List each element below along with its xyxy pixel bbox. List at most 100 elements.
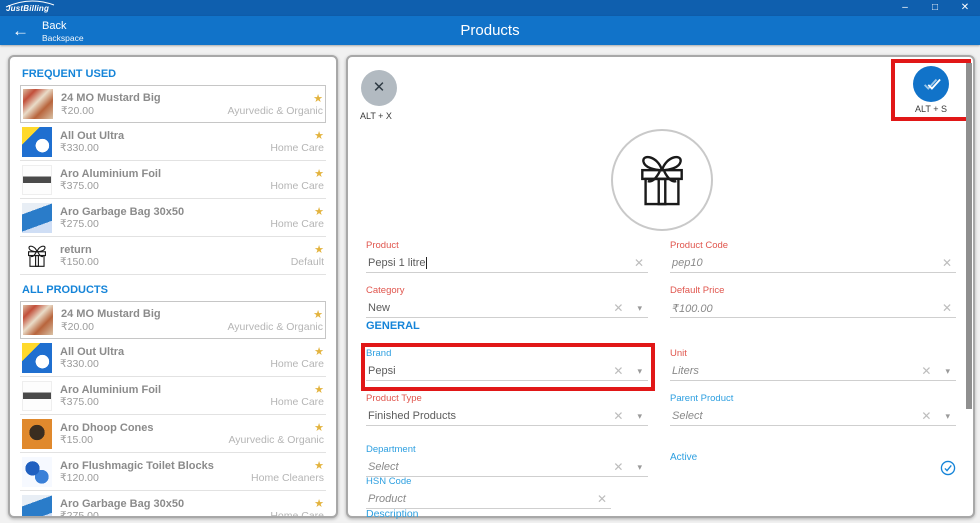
list-item[interactable]: Aro Flushmagic Toilet Blocks★ ₹120.00Hom… [20,453,326,491]
favorite-star-icon[interactable]: ★ [313,92,323,105]
field-product: Product Pepsi 1 litre ✕ [366,240,648,273]
field-department: Department Select ✕▾ [366,444,648,477]
product-category: Home Care [270,358,324,370]
product-category: Ayurvedic & Organic [227,321,323,333]
list-item[interactable]: Aro Garbage Bag 30x50★ ₹275.00Home Care [20,199,326,237]
clear-icon[interactable]: ✕ [917,409,935,423]
product-name: Aro Dhoop Cones [60,422,314,434]
favorite-star-icon[interactable]: ★ [314,497,324,510]
maximize-icon[interactable]: □ [920,0,950,16]
clear-icon[interactable]: ✕ [938,256,956,270]
list-item[interactable]: 24 MO Mustard Big★ ₹20.00Ayurvedic & Org… [20,85,326,123]
product-thumbnail [22,127,52,157]
favorite-star-icon[interactable]: ★ [314,383,324,396]
list-item[interactable]: All Out Ultra★ ₹330.00Home Care [20,339,326,377]
unit-select[interactable]: Liters ✕▾ [670,362,956,381]
default-price-input[interactable]: ₹100.00 ✕ [670,299,956,318]
save-button[interactable] [913,66,949,102]
favorite-star-icon[interactable]: ★ [314,129,324,142]
field-label: Brand [366,348,648,359]
section-header-all-products: ALL PRODUCTS [20,275,326,301]
close-shortcut-label: ALT + X [360,111,392,121]
list-item[interactable]: Aro Aluminium Foil★ ₹375.00Home Care [20,377,326,415]
close-form-button[interactable]: ✕ [361,70,397,106]
product-price: ₹120.00 [60,472,99,484]
list-item[interactable]: 24 MO Mustard Big★ ₹20.00Ayurvedic & Org… [20,301,326,339]
list-item[interactable]: Aro Dhoop Cones★ ₹15.00 Ayurvedic & Organ… [20,415,326,453]
field-label: Product Code [670,240,956,251]
product-name: Aro Flushmagic Toilet Blocks [60,460,314,472]
product-category: Home Care [270,396,324,408]
product-form-panel: ✕ ALT + X ALT + S Product [346,55,975,518]
field-category: Category New ✕▾ [366,285,648,318]
list-item[interactable]: All Out Ultra★ ₹330.00Home Care [20,123,326,161]
chevron-down-icon[interactable]: ▾ [627,303,648,314]
app-logo: JustBilling [6,4,49,13]
field-brand: Brand Pepsi ✕▾ [366,348,648,381]
favorite-star-icon[interactable]: ★ [314,421,324,434]
field-value: ₹100.00 [670,302,713,315]
favorite-star-icon[interactable]: ★ [314,459,324,472]
clear-icon[interactable]: ✕ [938,301,956,315]
scrollbar[interactable] [966,63,972,409]
field-parent-product: Parent Product Select ✕▾ [670,393,956,426]
clear-icon[interactable]: ✕ [609,301,627,315]
window-controls: – □ ✕ [890,0,980,16]
favorite-star-icon[interactable]: ★ [314,167,324,180]
product-thumbnail [22,419,52,449]
clear-icon[interactable]: ✕ [609,364,627,378]
field-value: Pepsi [366,365,396,377]
product-price: ₹15.00 [60,434,93,446]
product-name: Aro Aluminium Foil [60,384,314,396]
product-name: Aro Garbage Bag 30x50 [60,206,314,218]
favorite-star-icon[interactable]: ★ [313,308,323,321]
chevron-down-icon[interactable]: ▾ [627,411,648,422]
product-image-placeholder[interactable] [611,129,713,231]
list-item[interactable]: Aro Garbage Bag 30x50★ ₹275.00Home Care [20,491,326,518]
save-shortcut-label: ALT + S [915,104,947,114]
department-select[interactable]: Select ✕▾ [366,458,648,477]
clear-icon[interactable]: ✕ [609,409,627,423]
field-value: New [366,302,390,314]
text-cursor [426,257,427,269]
product-name: All Out Ultra [60,130,314,142]
chevron-down-icon[interactable]: ▾ [935,366,956,377]
favorite-star-icon[interactable]: ★ [314,243,324,256]
field-label: Unit [670,348,956,359]
product-price: ₹275.00 [60,218,99,230]
minimize-icon[interactable]: – [890,0,920,16]
section-header-general: GENERAL [366,320,420,332]
product-input[interactable]: Pepsi 1 litre ✕ [366,254,648,273]
brand-select[interactable]: Pepsi ✕▾ [366,362,648,381]
chevron-down-icon[interactable]: ▾ [935,411,956,422]
clear-icon[interactable]: ✕ [917,364,935,378]
category-select[interactable]: New ✕▾ [366,299,648,318]
close-icon[interactable]: ✕ [950,0,980,16]
favorite-star-icon[interactable]: ★ [314,205,324,218]
field-label: Default Price [670,285,956,296]
product-type-select[interactable]: Finished Products ✕▾ [366,407,648,426]
double-check-icon [921,74,941,94]
list-item[interactable]: return★ ₹150.00Default [20,237,326,275]
clear-icon[interactable]: ✕ [609,460,627,474]
chevron-down-icon[interactable]: ▾ [627,366,648,377]
product-price: ₹20.00 [61,321,94,333]
product-thumbnail [22,457,52,487]
product-price: ₹375.00 [60,180,99,192]
active-toggle[interactable] [940,460,956,481]
chevron-down-icon[interactable]: ▾ [627,462,648,473]
gift-box-icon [22,241,52,271]
parent-product-select[interactable]: Select ✕▾ [670,407,956,426]
clear-icon[interactable]: ✕ [593,492,611,506]
product-name: All Out Ultra [60,346,314,358]
hsn-code-input[interactable]: Product ✕ [366,490,611,509]
field-value: Product [366,493,406,505]
product-name: return [60,244,314,256]
list-item[interactable]: Aro Aluminium Foil★ ₹375.00Home Care [20,161,326,199]
product-price: ₹275.00 [60,510,99,518]
product-category: Ayurvedic & Organic [228,434,324,446]
clear-icon[interactable]: ✕ [630,256,648,270]
product-code-input[interactable]: pep10 ✕ [670,254,956,273]
favorite-star-icon[interactable]: ★ [314,345,324,358]
field-label: Active [670,452,697,463]
